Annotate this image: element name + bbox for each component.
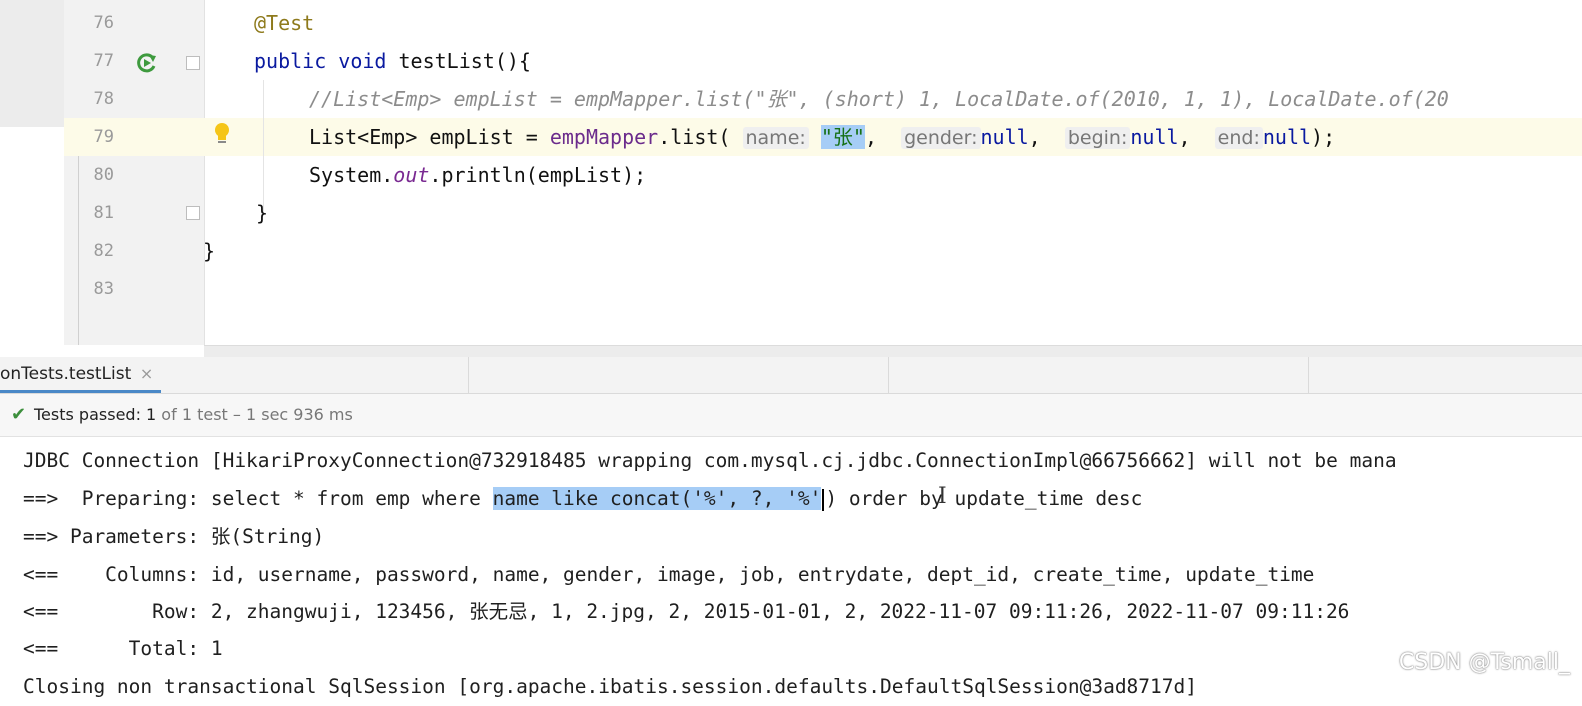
code-line-77[interactable]: 77 public void testList(){ <box>0 42 1582 80</box>
selected-sql-text[interactable]: name like concat('%', ?, '%' <box>492 487 822 510</box>
console-line: JDBC Connection [HikariProxyConnection@7… <box>23 449 1397 472</box>
line-number: 83 <box>93 279 114 299</box>
code-text: } <box>256 201 269 225</box>
code-text: } <box>203 239 216 263</box>
run-tab[interactable]: onTests.testList × <box>0 357 162 393</box>
code-text: System.out.println(empList); <box>309 156 646 194</box>
null-literal: null <box>1262 125 1312 149</box>
declaration: List<Emp> empList = <box>309 125 550 149</box>
selected-string-literal[interactable]: "张" <box>820 125 865 149</box>
code-line-82[interactable]: 82 } <box>0 232 1582 270</box>
line-number: 79 <box>93 127 114 147</box>
code-line-78[interactable]: 78 //List<Emp> empList = empMapper.list(… <box>0 80 1582 118</box>
console-line: <== Columns: id, username, password, nam… <box>23 563 1315 586</box>
keyword: public void <box>254 49 399 73</box>
tab-divider <box>888 357 889 393</box>
run-tool-tabbar: onTests.testList × <box>0 357 1582 394</box>
line-number: 81 <box>93 203 114 223</box>
static-field: out <box>393 163 430 187</box>
method-call: .list( <box>658 125 731 149</box>
test-status-bar: ✔ Tests passed: 1 of 1 test – 1 sec 936 … <box>0 394 1582 437</box>
console-text: ==> Preparing: select * from emp where <box>23 487 493 510</box>
code-line-81[interactable]: 81 } <box>0 194 1582 232</box>
statement-end: ); <box>1311 125 1336 149</box>
line-number: 77 <box>93 51 114 71</box>
test-status-text: Tests passed: 1 of 1 test – 1 sec 936 ms <box>34 394 353 436</box>
fold-icon[interactable] <box>186 56 200 70</box>
watermark: CSDN @Tsmall_ <box>1398 650 1570 675</box>
code-line-83[interactable]: 83 <box>0 270 1582 308</box>
null-literal: null <box>980 125 1029 149</box>
text-cursor-icon: I <box>938 484 947 509</box>
method-signature: testList(){ <box>398 49 531 73</box>
console-line: ==> Preparing: select * from emp where n… <box>23 480 1142 518</box>
line-number: 76 <box>93 13 114 33</box>
param-hint-end: end: <box>1214 127 1263 149</box>
comma: , <box>864 125 877 149</box>
line-number: 78 <box>93 89 114 109</box>
code-text: public void testList(){ <box>254 42 531 80</box>
field-ref: empMapper <box>549 125 659 149</box>
line-number: 82 <box>93 241 114 261</box>
tab-divider <box>1308 357 1309 393</box>
fold-icon[interactable] <box>186 206 200 220</box>
param-hint-name: name: <box>742 127 809 149</box>
console-line: <== Row: 2, zhangwuji, 123456, 张无忌, 1, 2… <box>23 600 1350 623</box>
comment-text: //List<Emp> empList = empMapper.list("张"… <box>309 87 1449 111</box>
close-icon[interactable]: × <box>140 357 153 391</box>
null-literal: null <box>1130 125 1179 149</box>
console-output[interactable]: JDBC Connection [HikariProxyConnection@7… <box>0 437 1582 700</box>
param-hint-gender: gender: <box>901 127 981 149</box>
console-line: <== Total: 1 <box>23 637 223 660</box>
code-line-79[interactable]: 79 List<Emp> empList = empMapper.list( n… <box>0 118 1582 156</box>
tests-passed-detail: of 1 test – 1 sec 936 ms <box>156 405 353 424</box>
code-line-80[interactable]: 80 System.out.println(empList); <box>0 156 1582 194</box>
code-text: List<Emp> empList = empMapper.list( name… <box>309 118 1335 157</box>
run-tab-title: onTests.testList <box>0 364 132 384</box>
tests-passed-label: Tests passed: 1 <box>34 405 157 424</box>
comma: , <box>1028 125 1041 149</box>
comma: , <box>1178 125 1191 149</box>
line-number: 80 <box>93 165 114 185</box>
console-text: ) order by update_time desc <box>825 487 1143 510</box>
console-line: ==> Parameters: 张(String) <box>23 525 325 548</box>
code-editor[interactable]: 76 @Test 77 public void testList(){ 78 /… <box>0 0 1582 345</box>
check-icon: ✔ <box>11 404 27 425</box>
method-call: .println(empList); <box>429 163 647 187</box>
run-test-icon[interactable] <box>136 52 158 74</box>
code-text: @Test <box>254 11 315 35</box>
class-ref: System. <box>309 163 394 187</box>
param-hint-begin: begin: <box>1064 127 1131 149</box>
intention-bulb-icon[interactable] <box>213 122 231 146</box>
console-line: Closing non transactional SqlSession [or… <box>23 675 1197 698</box>
tab-divider <box>468 357 469 393</box>
code-line-76[interactable]: 76 @Test <box>0 4 1582 42</box>
